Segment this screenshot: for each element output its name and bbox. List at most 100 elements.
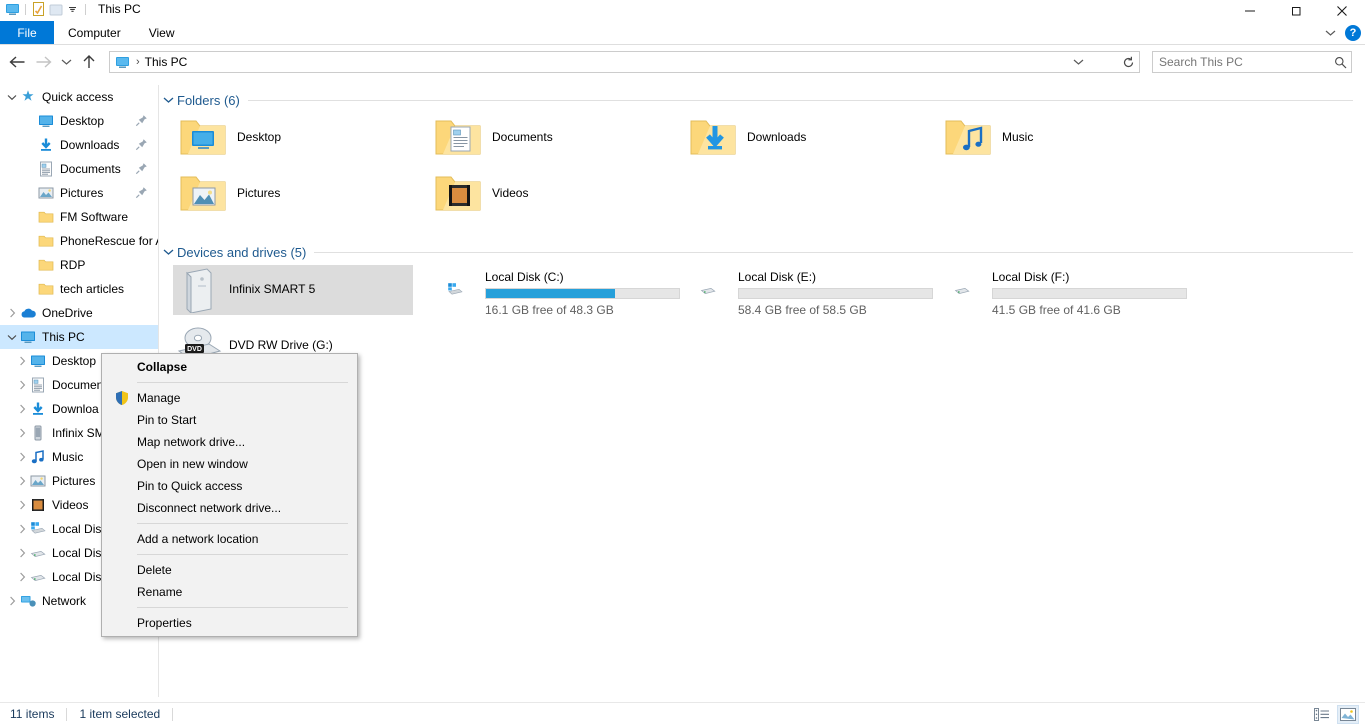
chevron-right-icon[interactable]: [14, 373, 30, 397]
chevron-right-icon[interactable]: [14, 349, 30, 373]
maximize-icon[interactable]: [1273, 0, 1319, 22]
sidebar-item-quick-access[interactable]: Quick access: [0, 85, 158, 109]
drive-tile[interactable]: Local Disk (C:) 16.1 GB free of 48.3 GB: [429, 265, 680, 317]
recent-locations-icon[interactable]: [56, 47, 76, 77]
context-menu-item-rename[interactable]: Rename: [102, 581, 357, 603]
windows-drive-icon: [429, 265, 481, 315]
pin-icon[interactable]: [135, 162, 149, 176]
status-divider-2: [172, 707, 174, 721]
folder-tile[interactable]: Music: [944, 113, 1033, 161]
pin-icon[interactable]: [135, 186, 149, 200]
sidebar-item-label: tech articles: [60, 282, 125, 296]
forward-button[interactable]: [30, 47, 56, 77]
folder-tile[interactable]: Pictures: [179, 169, 280, 217]
sidebar-item-documents[interactable]: Documents: [0, 157, 158, 181]
folder-icon: [38, 257, 54, 273]
chevron-placeholder: [22, 109, 38, 133]
chevron-down-icon[interactable]: [159, 96, 177, 104]
search-input[interactable]: Search This PC: [1159, 55, 1243, 69]
downloads-icon: [30, 401, 46, 417]
context-menu[interactable]: Collapse Manage Pin to Start Map network dr…: [101, 353, 358, 637]
pin-icon[interactable]: [135, 138, 149, 152]
sidebar-item-rdp[interactable]: RDP: [0, 253, 158, 277]
chevron-right-icon[interactable]: [14, 421, 30, 445]
sidebar-item-desktop[interactable]: Desktop: [0, 109, 158, 133]
search-icon[interactable]: [1334, 56, 1347, 69]
tab-view[interactable]: View: [135, 21, 189, 44]
folder-tile[interactable]: Desktop: [179, 113, 281, 161]
sidebar-item-label: Documen: [52, 378, 104, 392]
title-bar: This PC: [0, 0, 1365, 18]
chevron-down-icon[interactable]: [4, 85, 20, 109]
chevron-right-icon[interactable]: [14, 517, 30, 541]
chevron-right-icon[interactable]: [14, 565, 30, 589]
chevron-down-icon[interactable]: [159, 248, 177, 256]
context-menu-item-pin-to-start[interactable]: Pin to Start: [102, 409, 357, 431]
folder-documents-icon: [434, 113, 482, 161]
minimize-icon[interactable]: [1227, 0, 1273, 22]
chevron-right-icon[interactable]: [4, 589, 20, 613]
context-menu-separator: [137, 523, 348, 524]
address-bar[interactable]: › This PC: [109, 51, 1119, 73]
chevron-right-icon[interactable]: [14, 469, 30, 493]
sidebar-item-tech-articles[interactable]: tech articles: [0, 277, 158, 301]
chevron-right-icon[interactable]: [14, 541, 30, 565]
chevron-right-icon[interactable]: [14, 445, 30, 469]
context-menu-item-open-in-new-window[interactable]: Open in new window: [102, 453, 357, 475]
new-folder-icon[interactable]: [47, 1, 64, 17]
chevron-right-icon[interactable]: [14, 493, 30, 517]
pin-icon[interactable]: [135, 114, 149, 128]
folder-tile[interactable]: Videos: [434, 169, 528, 217]
drive-tile[interactable]: Local Disk (F:) 41.5 GB free of 41.6 GB: [936, 265, 1187, 317]
help-icon[interactable]: ?: [1345, 24, 1361, 41]
search-box[interactable]: Search This PC: [1152, 51, 1352, 73]
chevron-down-icon[interactable]: [4, 325, 20, 349]
sidebar-item-phonerescue-for-an[interactable]: PhoneRescue for An: [0, 229, 158, 253]
context-menu-item-delete[interactable]: Delete: [102, 559, 357, 581]
properties-icon[interactable]: [30, 1, 47, 17]
ribbon-divider: [0, 44, 1365, 45]
sidebar-item-label: Local Disk: [52, 546, 108, 560]
drive-capacity-text: 16.1 GB free of 48.3 GB: [485, 303, 614, 317]
drive-tile[interactable]: Local Disk (E:) 58.4 GB free of 58.5 GB: [682, 265, 933, 317]
address-dropdown-icon[interactable]: [1067, 52, 1089, 72]
up-button[interactable]: [76, 47, 102, 77]
context-menu-item-label: Manage: [137, 391, 181, 405]
breadcrumb-path[interactable]: This PC: [145, 55, 188, 69]
context-menu-item-collapse[interactable]: Collapse: [102, 356, 357, 378]
sidebar-item-label: Desktop: [52, 354, 97, 368]
context-menu-item-add-a-network-location[interactable]: Add a network location: [102, 528, 357, 550]
documents-icon: [30, 377, 46, 393]
sidebar-item-onedrive[interactable]: OneDrive: [0, 301, 158, 325]
tab-file[interactable]: File: [0, 21, 54, 44]
sidebar-item-fm-software[interactable]: FM Software: [0, 205, 158, 229]
this-pc-icon[interactable]: [4, 1, 21, 17]
refresh-button[interactable]: [1118, 51, 1140, 73]
status-bar: 11 items 1 item selected: [0, 702, 1365, 725]
chevron-right-icon[interactable]: [4, 301, 20, 325]
folder-tile[interactable]: Downloads: [689, 113, 806, 161]
customize-dropdown-icon[interactable]: [64, 1, 81, 17]
tab-computer[interactable]: Computer: [54, 21, 135, 44]
close-icon[interactable]: [1319, 0, 1365, 22]
details-view-icon[interactable]: [1311, 705, 1333, 724]
folders-group-header[interactable]: Folders (6): [159, 89, 1365, 111]
large-icons-view-icon[interactable]: [1337, 705, 1359, 724]
context-menu-item-pin-to-quick-access[interactable]: Pin to Quick access: [102, 475, 357, 497]
context-menu-item-properties[interactable]: Properties: [102, 612, 357, 634]
folder-tile[interactable]: Documents: [434, 113, 553, 161]
sidebar-item-pictures[interactable]: Pictures: [0, 181, 158, 205]
context-menu-item-manage[interactable]: Manage: [102, 387, 357, 409]
back-button[interactable]: [4, 47, 30, 77]
sidebar-item-label: Pictures: [52, 474, 96, 488]
context-menu-item-map-network-drive[interactable]: Map network drive...: [102, 431, 357, 453]
sidebar-item-this-pc[interactable]: This PC: [0, 325, 158, 349]
drives-group-header[interactable]: Devices and drives (5): [159, 241, 1365, 263]
drive-tile[interactable]: Infinix SMART 5: [173, 265, 413, 315]
group-rule: [247, 99, 1353, 101]
sidebar-item-downloads[interactable]: Downloads: [0, 133, 158, 157]
chevron-right-icon[interactable]: [14, 397, 30, 421]
chevron-down-icon[interactable]: [1325, 26, 1336, 40]
sidebar-item-label: Documents: [60, 162, 121, 176]
context-menu-item-disconnect-network-drive[interactable]: Disconnect network drive...: [102, 497, 357, 519]
